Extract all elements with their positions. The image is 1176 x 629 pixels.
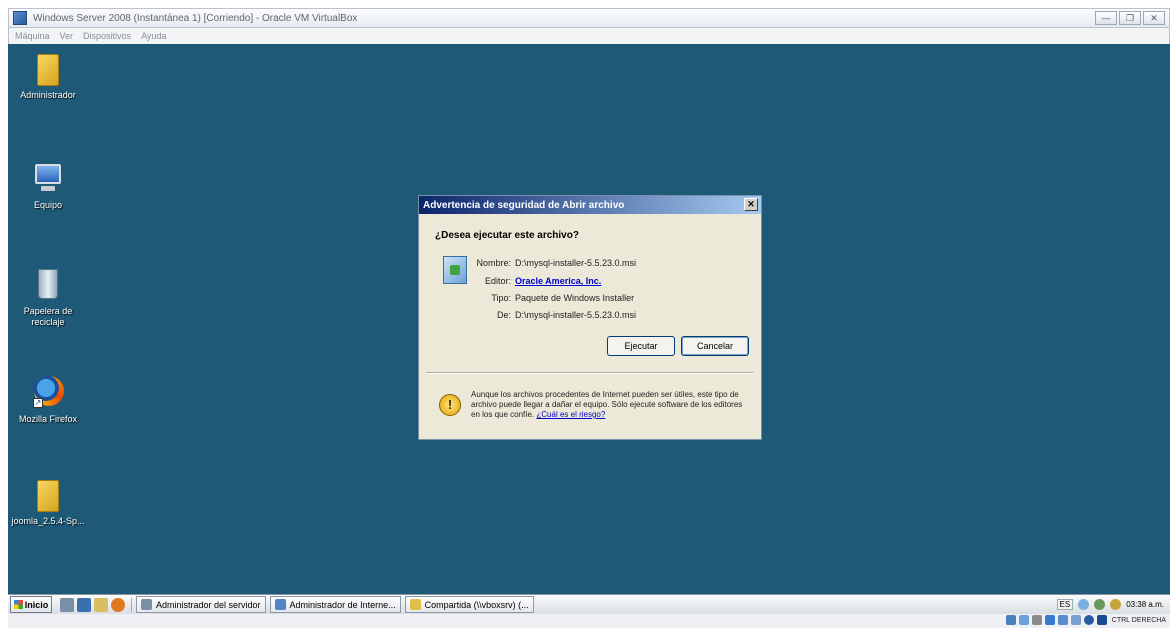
- language-indicator[interactable]: ES: [1056, 599, 1074, 610]
- restore-button[interactable]: ❐: [1119, 11, 1141, 25]
- cancel-button[interactable]: Cancelar: [681, 336, 749, 356]
- network-icon[interactable]: [1094, 599, 1106, 610]
- optical-drive-icon[interactable]: [1018, 615, 1029, 625]
- field-label: Editor:: [484, 276, 511, 286]
- menu-help[interactable]: Ayuda: [141, 31, 166, 41]
- vbox-status-icons: CTRL DERECHA: [1005, 615, 1166, 625]
- explorer-icon[interactable]: [94, 597, 108, 612]
- menu-view[interactable]: Ver: [60, 31, 74, 41]
- hard-disk-icon[interactable]: [1005, 615, 1016, 625]
- window-title: Windows Server 2008 (Instantánea 1) [Cor…: [33, 12, 358, 24]
- run-button[interactable]: Ejecutar: [607, 336, 675, 356]
- folder-icon: [37, 480, 59, 512]
- field-label: De:: [496, 310, 511, 320]
- iis-icon: [274, 599, 286, 610]
- clock[interactable]: 03:38 a.m.: [1126, 600, 1164, 609]
- usb-icon[interactable]: [1031, 615, 1042, 625]
- vbox-menubar: Máquina Ver Dispositivos Ayuda: [8, 28, 1170, 44]
- shield-warning-icon: !: [439, 394, 461, 416]
- windows-logo-icon: [13, 600, 23, 609]
- dialog-close-button[interactable]: ✕: [744, 198, 758, 211]
- help-icon[interactable]: [1078, 599, 1090, 610]
- virtualbox-icon: [13, 11, 27, 25]
- task-server-manager[interactable]: Administrador del servidor: [136, 596, 266, 613]
- task-label: Administrador de Interne...: [289, 599, 396, 610]
- task-shared-folder[interactable]: Compartida (\\vboxsrv) (...: [404, 596, 534, 613]
- start-button[interactable]: Inicio: [10, 596, 52, 613]
- field-name: Nombre: D:\mysql-installer-5.5.23.0.msi: [475, 258, 745, 268]
- recycle-bin-icon: [33, 266, 63, 302]
- desktop-icon-administrador[interactable]: Administrador: [8, 54, 88, 101]
- field-type: Tipo: Paquete de Windows Installer: [475, 293, 745, 303]
- vbox-titlebar: Windows Server 2008 (Instantánea 1) [Cor…: [8, 8, 1170, 28]
- server-manager-icon: [141, 599, 152, 610]
- folder-icon: [409, 599, 421, 610]
- dialog-titlebar: Advertencia de seguridad de Abrir archiv…: [419, 196, 761, 214]
- menu-machine[interactable]: Máquina: [15, 31, 50, 41]
- field-value: D:\mysql-installer-5.5.23.0.msi: [515, 310, 637, 320]
- minimize-button[interactable]: —: [1095, 11, 1117, 25]
- task-label: Administrador del servidor: [156, 599, 261, 610]
- network-adapter-icon[interactable]: [1044, 615, 1055, 625]
- warning-message: Aunque los archivos procedentes de Inter…: [471, 390, 751, 420]
- desktop-icon-joomla[interactable]: joomla_2.5.4-Sp...: [8, 480, 88, 527]
- field-label: Nombre:: [476, 258, 511, 268]
- folder-icon: [37, 54, 59, 86]
- taskbar: Inicio Administrador del servidor Admini…: [8, 594, 1170, 614]
- desktop-icon-label: joomla_2.5.4-Sp...: [11, 516, 85, 526]
- dialog-question: ¿Desea ejecutar este archivo?: [435, 230, 579, 241]
- field-value: D:\mysql-installer-5.5.23.0.msi: [515, 258, 637, 268]
- desktop-icon-label: Papelera de reciclaje: [23, 306, 73, 327]
- field-value: Paquete de Windows Installer: [515, 293, 635, 303]
- field-from: De: D:\mysql-installer-5.5.23.0.msi: [475, 310, 745, 320]
- start-label: Inicio: [24, 599, 49, 610]
- publisher-link[interactable]: Oracle America, Inc.: [515, 276, 601, 286]
- system-tray: ES 03:38 a.m.: [1056, 597, 1164, 612]
- desktop-icon-label: Equipo: [33, 200, 63, 210]
- dialog-separator: [427, 372, 753, 374]
- security-warning-dialog: Advertencia de seguridad de Abrir archiv…: [418, 195, 762, 440]
- desktop-icon-equipo[interactable]: Equipo: [8, 160, 88, 211]
- firefox-icon[interactable]: [111, 597, 125, 612]
- host-key-label: CTRL DERECHA: [1111, 616, 1166, 624]
- server-manager-icon[interactable]: [60, 597, 74, 612]
- installer-icon: [443, 256, 467, 284]
- vbox-statusbar: CTRL DERECHA: [8, 614, 1170, 628]
- computer-icon: [33, 160, 63, 196]
- desktop-icon-label: Mozilla Firefox: [18, 414, 77, 424]
- display-icon[interactable]: [1070, 615, 1081, 625]
- desktop-icon-papelera[interactable]: Papelera de reciclaje: [8, 266, 88, 328]
- desktop-icon-label: Administrador: [20, 90, 76, 100]
- dialog-title: Advertencia de seguridad de Abrir archiv…: [423, 199, 625, 211]
- task-label: Compartida (\\vboxsrv) (...: [424, 599, 529, 610]
- host-key-icon[interactable]: [1096, 615, 1107, 625]
- menu-devices[interactable]: Dispositivos: [83, 31, 131, 41]
- firefox-icon: ↗: [33, 374, 64, 410]
- volume-icon[interactable]: [1110, 599, 1122, 610]
- shared-folders-icon[interactable]: [1057, 615, 1068, 625]
- warning-text: Aunque los archivos procedentes de Inter…: [471, 390, 743, 419]
- mouse-integration-icon[interactable]: [1083, 615, 1094, 625]
- window-controls: — ❐ ✕: [1095, 11, 1165, 25]
- task-iis-manager[interactable]: Administrador de Interne...: [269, 596, 401, 613]
- field-label: Tipo:: [491, 293, 511, 303]
- desktop-icon-firefox[interactable]: ↗ Mozilla Firefox: [8, 374, 88, 425]
- powershell-icon[interactable]: [77, 597, 91, 612]
- quick-launch: [60, 597, 132, 612]
- risk-link[interactable]: ¿Cuál es el riesgo?: [536, 410, 605, 419]
- field-publisher: Editor: Oracle America, Inc.: [475, 276, 745, 286]
- close-button[interactable]: ✕: [1143, 11, 1165, 25]
